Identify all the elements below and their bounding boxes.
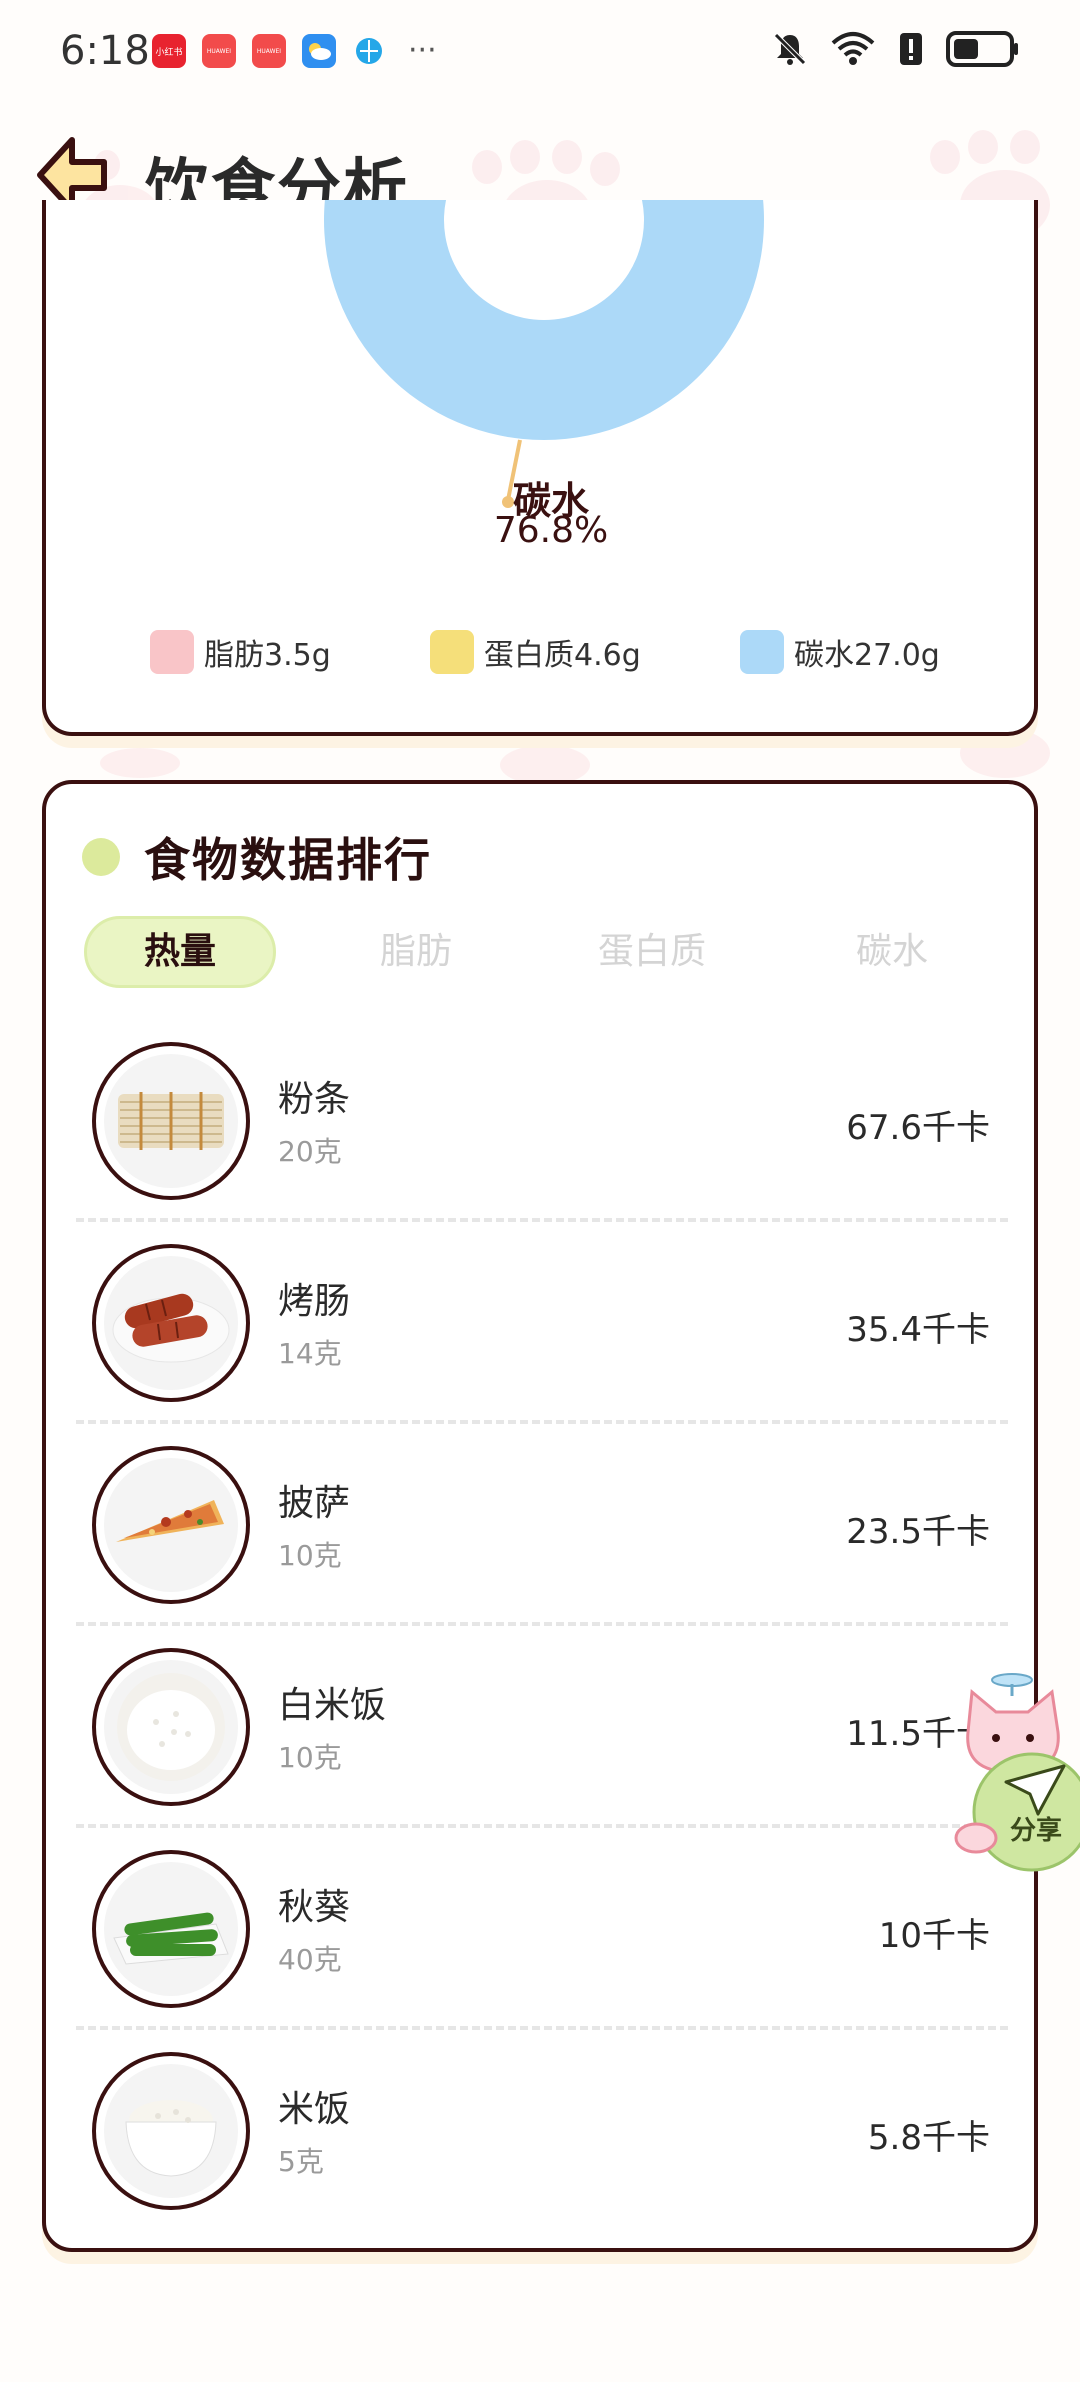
more-notifications-icon: ··· (408, 33, 437, 68)
food-name: 烤肠 (278, 1281, 351, 1322)
pizza-image (92, 1446, 250, 1604)
weather-icon (302, 34, 336, 68)
battery-icon (946, 31, 1018, 67)
share-label: 分享 (1010, 1816, 1063, 1846)
legend-item-protein: 蛋白质4.6g (430, 630, 641, 674)
food-ranking-card: 食物数据排行 热量 脂肪 蛋白质 碳水 粉条 20克 67.6千卡 烤肠 14克… (42, 780, 1038, 2252)
food-row[interactable]: 白米饭 10克 11.5千卡 (76, 1626, 1008, 1828)
food-name: 粉条 (278, 1079, 351, 1120)
food-amount: 10克 (278, 1539, 342, 1572)
rice-bowl-image (92, 2052, 250, 2210)
okra-image (92, 1850, 250, 2008)
legend-label: 碳水27.0g (794, 638, 940, 673)
legend-swatch (150, 630, 194, 674)
food-value: 5.8千卡 (867, 2118, 990, 2158)
food-row[interactable]: 粉条 20克 67.6千卡 (76, 1020, 1008, 1222)
status-time: 6:18 (60, 28, 150, 74)
mute-bell-icon (774, 33, 806, 65)
huawei-icon: HUAWEI (252, 34, 286, 68)
tab-protein[interactable]: 蛋白质 (556, 916, 748, 988)
tab-fat[interactable]: 脂肪 (320, 916, 512, 988)
section-header: 食物数据排行 (82, 824, 432, 890)
food-name: 白米饭 (278, 1685, 387, 1726)
donut-slice-碳水 (324, 200, 764, 440)
xiaohongshu-icon: 小红书 (152, 34, 186, 68)
battery-alert-icon (900, 33, 922, 65)
sausage-image (92, 1244, 250, 1402)
legend-label: 脂肪3.5g (204, 638, 331, 673)
ranking-tabs: 热量 脂肪 蛋白质 碳水 (84, 916, 1004, 988)
food-name: 秋葵 (278, 1887, 351, 1928)
legend-swatch (430, 630, 474, 674)
section-dot-icon (82, 838, 120, 876)
food-row[interactable]: 秋葵 40克 10千卡 (76, 1828, 1008, 2030)
tab-calories[interactable]: 热量 (84, 916, 276, 988)
share-button[interactable]: 分享 (952, 1662, 1080, 1872)
food-amount: 40克 (278, 1943, 342, 1976)
food-value: 23.5千卡 (846, 1512, 990, 1552)
legend-swatch (740, 630, 784, 674)
food-amount: 5克 (278, 2145, 324, 2178)
nutrition-chart-card: 碳水 76.8% 脂肪3.5g 蛋白质4.6g 碳水27.0g (42, 200, 1038, 736)
food-name: 披萨 (278, 1483, 351, 1524)
wifi-icon (831, 32, 875, 65)
food-amount: 14克 (278, 1337, 342, 1370)
chart-legend: 脂肪3.5g 蛋白质4.6g 碳水27.0g (46, 630, 1042, 680)
tab-carbs[interactable]: 碳水 (796, 916, 988, 988)
food-value: 10千卡 (878, 1916, 990, 1956)
nutrition-donut-chart (324, 200, 764, 508)
food-amount: 10克 (278, 1741, 342, 1774)
food-list: 粉条 20克 67.6千卡 烤肠 14克 35.4千卡 披萨 10克 23.5千… (76, 1020, 1008, 2232)
section-title: 食物数据排行 (144, 833, 432, 887)
food-row[interactable]: 烤肠 14克 35.4千卡 (76, 1222, 1008, 1424)
food-value: 35.4千卡 (846, 1310, 990, 1350)
legend-item-fat: 脂肪3.5g (150, 630, 331, 674)
vermicelli-image (92, 1042, 250, 1200)
food-name: 米饭 (278, 2089, 351, 2130)
food-row[interactable]: 米饭 5克 5.8千卡 (76, 2030, 1008, 2232)
food-value: 67.6千卡 (846, 1108, 990, 1148)
status-app-icons: 小红书 HUAWEI HUAWEI ··· (152, 34, 437, 68)
food-amount: 20克 (278, 1135, 342, 1168)
status-indicators (772, 30, 1020, 68)
food-row[interactable]: 披萨 10克 23.5千卡 (76, 1424, 1008, 1626)
status-bar: 6:18 小红书 HUAWEI HUAWEI ··· (0, 0, 1080, 100)
legend-item-carbs: 碳水27.0g (740, 630, 940, 674)
browser-icon (352, 34, 386, 68)
white-rice-image (92, 1648, 250, 1806)
chart-callout-percent: 76.8% (493, 510, 609, 551)
legend-label: 蛋白质4.6g (484, 638, 641, 673)
huawei-icon: HUAWEI (202, 34, 236, 68)
